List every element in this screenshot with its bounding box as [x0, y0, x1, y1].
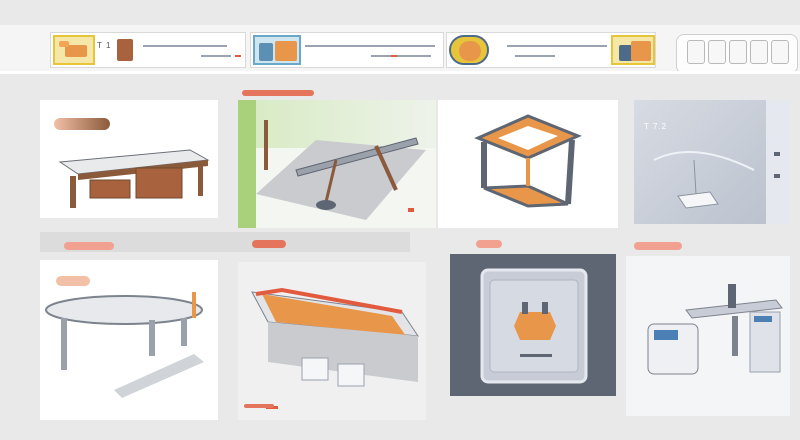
- bench-illustration-icon: [45, 292, 204, 398]
- card-tag: [476, 240, 502, 248]
- square-icon[interactable]: [750, 40, 768, 64]
- text-line: [235, 55, 241, 57]
- text-line: [507, 45, 607, 47]
- view-switcher[interactable]: [676, 34, 798, 74]
- card-framed-tile[interactable]: [450, 254, 616, 396]
- card-tag: [244, 404, 274, 408]
- tile-illustration-icon: [480, 268, 588, 384]
- text-line: [515, 55, 555, 57]
- wood-swatch: [117, 39, 133, 61]
- card-drafting-table[interactable]: [238, 100, 436, 228]
- cabinet-thumbnail-icon: [449, 35, 489, 65]
- square-icon[interactable]: [687, 40, 705, 64]
- section-marker: [242, 90, 314, 96]
- chair-thumbnail-icon: [253, 35, 301, 65]
- drafting-table-icon: [256, 120, 426, 220]
- square-icon[interactable]: [771, 40, 789, 64]
- tab-cabinet[interactable]: [446, 32, 656, 68]
- card-tag: [634, 242, 682, 250]
- sofa-thumbnail-icon: [53, 35, 95, 65]
- tab-chair[interactable]: [250, 32, 444, 68]
- tab-sofa[interactable]: T 1: [50, 32, 246, 68]
- text-line: [391, 55, 397, 57]
- platform-illustration-icon: [251, 287, 419, 409]
- cabinet-thumbnail-icon: [611, 35, 655, 65]
- square-icon[interactable]: [708, 40, 726, 64]
- frame-table-icon: [474, 114, 582, 208]
- text-line: [201, 55, 231, 57]
- card-server-panel[interactable]: T 7.2: [634, 100, 790, 224]
- tab-label: T 1: [97, 41, 112, 50]
- divider: [0, 71, 800, 74]
- text-line: [305, 45, 435, 47]
- text-line: [143, 45, 227, 47]
- square-icon[interactable]: [729, 40, 747, 64]
- card-tag: [252, 240, 286, 248]
- card-tag: [64, 242, 114, 250]
- label-pill: [54, 118, 110, 130]
- green-band: [238, 100, 256, 228]
- card-appliance-desk[interactable]: [626, 256, 790, 416]
- panel-illustration-icon: [653, 100, 790, 224]
- card-wooden-desk[interactable]: [40, 100, 218, 218]
- desk-illustration-icon: [58, 149, 210, 208]
- card-red-trim-platform[interactable]: [238, 262, 426, 420]
- appliance-illustration-icon: [647, 284, 783, 375]
- card-orange-frame-table[interactable]: [438, 100, 618, 228]
- text-line: [371, 55, 431, 57]
- card-long-bench[interactable]: [40, 260, 218, 420]
